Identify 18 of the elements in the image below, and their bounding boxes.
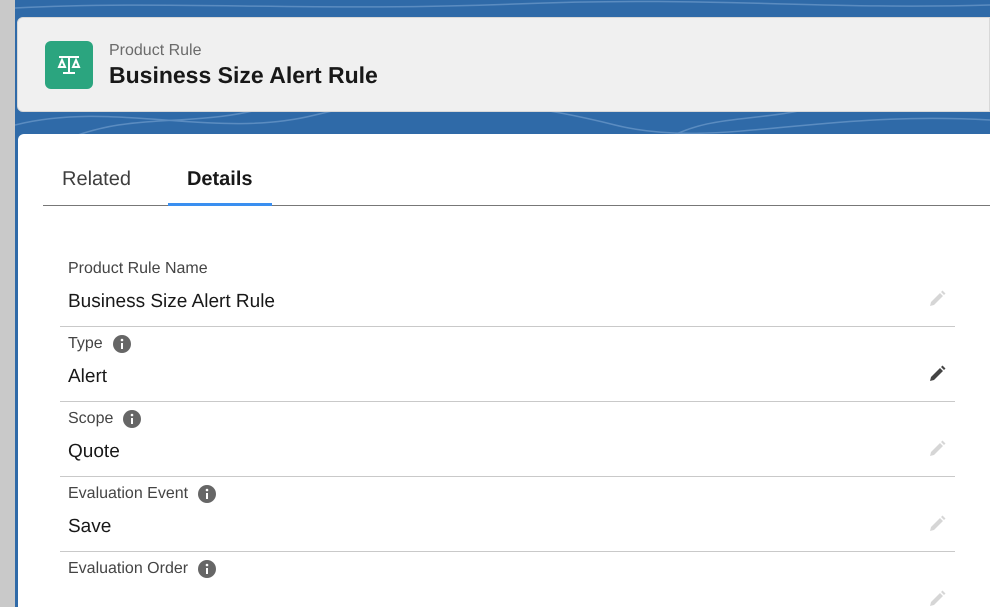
edit-pencil-icon[interactable]: [927, 364, 947, 384]
field-value: Alert: [68, 365, 108, 389]
field-value: Business Size Alert Rule: [68, 290, 275, 314]
field-label: Evaluation Order: [68, 560, 188, 578]
field-label: Scope: [68, 410, 114, 428]
field-value: Save: [68, 515, 112, 539]
record-title: Business Size Alert Rule: [109, 60, 378, 88]
tab[interactable]: Related: [43, 160, 150, 206]
field-label: Type: [68, 335, 103, 353]
info-icon[interactable]: [198, 485, 216, 503]
field-value: Quote: [68, 440, 120, 464]
info-icon[interactable]: [198, 560, 216, 578]
object-type-label: Product Rule: [109, 40, 202, 60]
info-icon[interactable]: [123, 410, 142, 428]
info-icon[interactable]: [112, 335, 131, 353]
field-label: Evaluation Event: [68, 485, 188, 503]
tab[interactable]: Details: [168, 160, 272, 206]
field-label: Product Rule Name: [68, 260, 208, 278]
